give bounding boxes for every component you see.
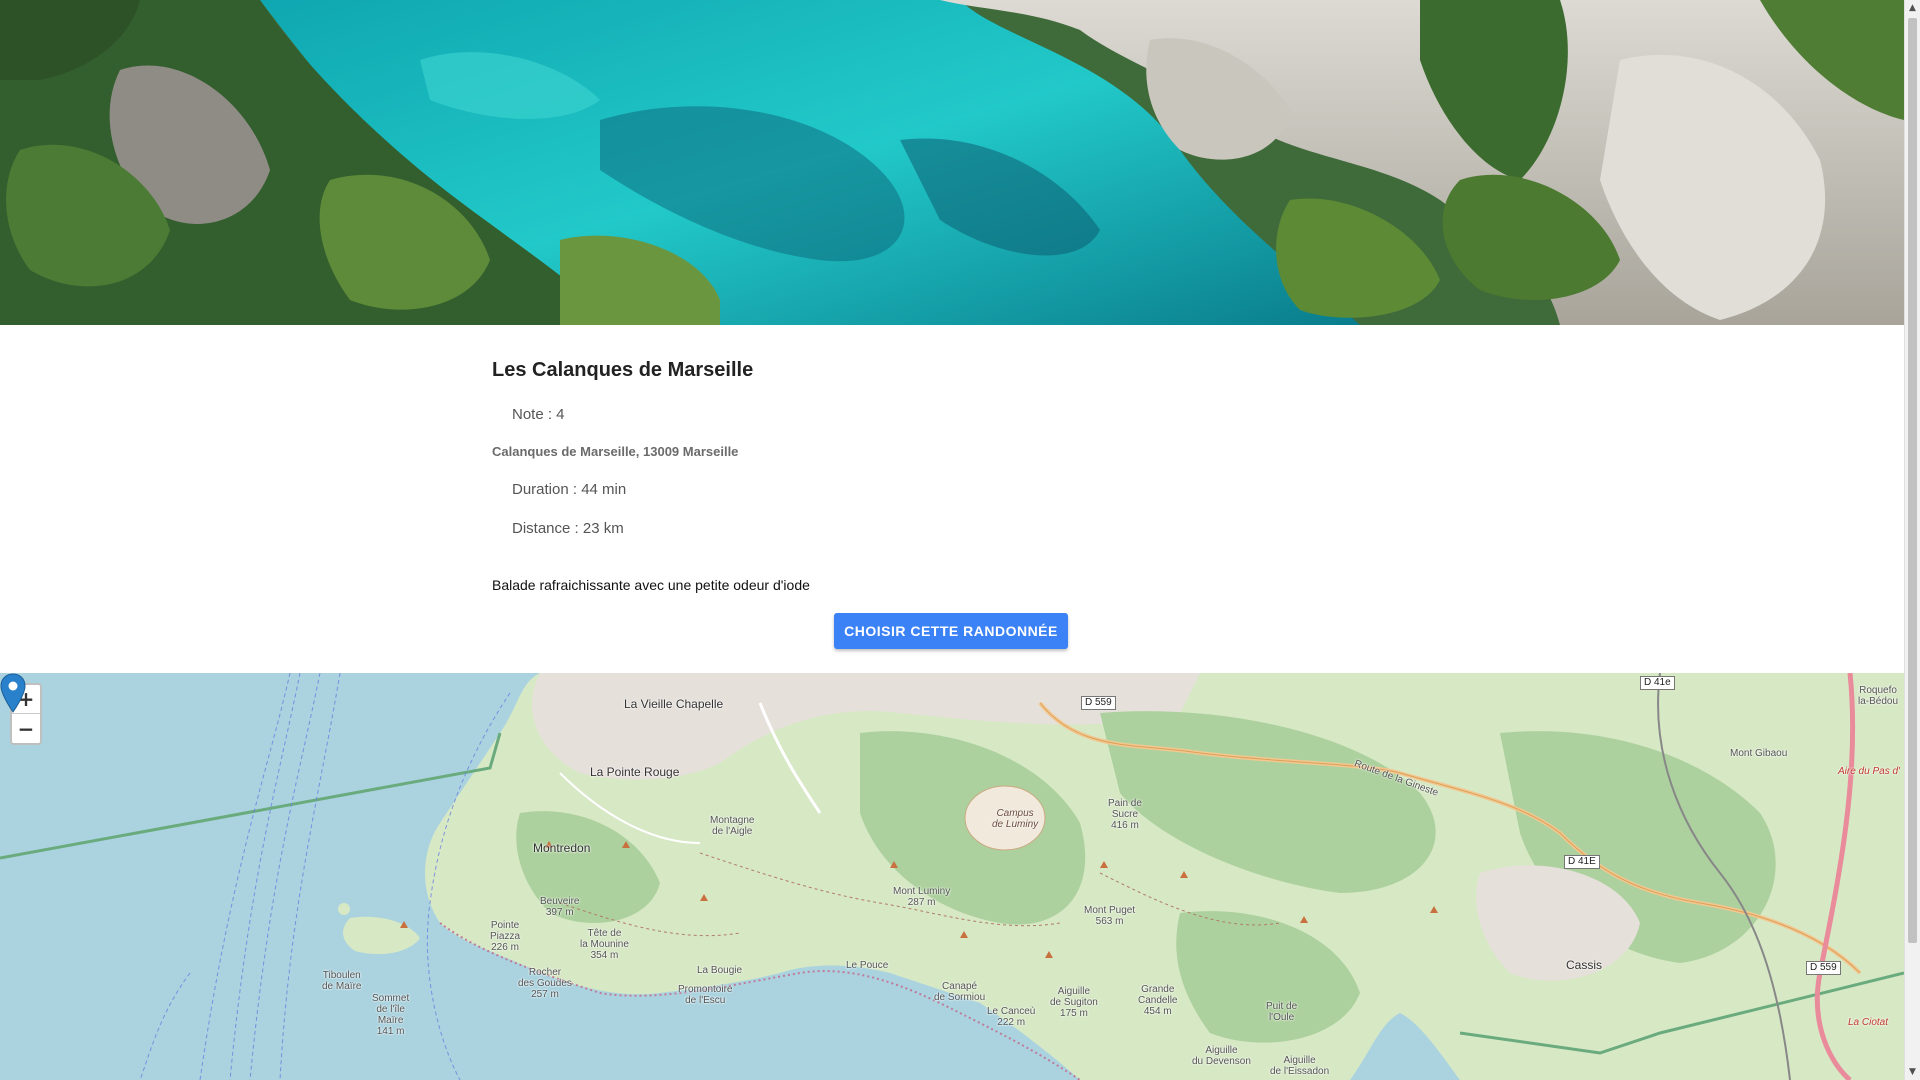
road-shield-d559-east: D 559: [1806, 961, 1841, 975]
hike-title: Les Calanques de Marseille: [492, 359, 754, 381]
map-label-beuveire: Beuveire 397 m: [540, 896, 580, 918]
map-label-le-pouce: Le Pouce: [846, 960, 889, 971]
map-label-canape-sormiou: Canapé de Sormiou: [934, 981, 986, 1003]
road-shield-d559: D 559: [1081, 696, 1116, 710]
map-label-pain-de-sucre: Pain de Sucre 416 m: [1108, 798, 1142, 831]
map-label-mont-luminy: Mont Luminy 287 m: [893, 886, 951, 908]
scrollbar-thumb[interactable]: [1908, 18, 1917, 943]
map-tiles: [0, 673, 1904, 1080]
map-label-campus-luminy: Campus de Luminy: [992, 808, 1039, 830]
hero-image: [0, 0, 1904, 325]
map-marker-icon[interactable]: [0, 673, 26, 713]
map-label-aiguille-eissadon: Aiguille de l'Eissadon: [1270, 1055, 1330, 1077]
calanque-photo: [0, 0, 1904, 325]
map-label-tiboulen: Tiboulen de Maïre: [322, 970, 362, 992]
map-label-montredon: Montredon: [533, 841, 591, 855]
scroll-up-icon[interactable]: ▲: [1905, 0, 1920, 16]
map-label-roquefort: Roquefo la-Bédou: [1858, 685, 1899, 707]
map-label-pointe-piazza: Pointe Piazza 226 m: [490, 920, 521, 953]
map-label-aiguille-sugiton: Aiguille de Sugiton 175 m: [1050, 986, 1098, 1019]
map-label-grande-candelle: Grande Candelle 454 m: [1138, 984, 1178, 1017]
road-shield-d41e: D 41E: [1564, 855, 1600, 869]
hike-duration: Duration : 44 min: [512, 481, 627, 498]
map-label-mont-puget: Mont Puget 563 m: [1084, 905, 1136, 927]
hike-rating: Note : 4: [512, 406, 565, 423]
map-label-montagne-aigle: Montagne de l'Aigle: [710, 815, 755, 837]
zoom-out-button[interactable]: −: [12, 714, 40, 743]
page-scrollbar[interactable]: ▲ ▼: [1904, 0, 1920, 1080]
hike-map[interactable]: + − La Vieille Chapelle La Pointe Rouge …: [0, 673, 1904, 1080]
map-label-tete-mounine: Tête de la Mounine 354 m: [580, 928, 629, 961]
map-label-mont-gibaou: Mont Gibaou: [1730, 748, 1788, 759]
map-label-la-bougie: La Bougie: [697, 965, 743, 976]
hike-distance: Distance : 23 km: [512, 520, 624, 537]
map-label-sommet-maire: Sommet de l'île Maïre 141 m: [372, 993, 410, 1037]
map-label-vieille-chapelle: La Vieille Chapelle: [624, 697, 724, 711]
map-label-le-canceu: Le Canceù 222 m: [987, 1006, 1036, 1028]
map-label-cassis: Cassis: [1566, 958, 1603, 972]
choose-hike-button[interactable]: CHOISIR CETTE RANDONNÉE: [834, 613, 1068, 649]
map-label-la-ciotat: La Ciotat: [1848, 1017, 1889, 1028]
hike-description: Balade rafraichissante avec une petite o…: [492, 577, 810, 593]
map-label-rocher-goudes: Rocher des Goudes 257 m: [518, 967, 572, 1000]
scroll-down-icon[interactable]: ▼: [1905, 1064, 1920, 1080]
map-label-puit-oule: Puit de l'Oule: [1266, 1001, 1298, 1023]
map-label-aire-pas: Aire du Pas d': [1838, 766, 1900, 777]
map-label-aiguille-devenson: Aiguille du Devenson: [1192, 1045, 1251, 1067]
map-label-promontoire: Promontoire de l'Escu: [678, 984, 733, 1006]
map-label-pointe-rouge: La Pointe Rouge: [590, 765, 680, 779]
hike-address: Calanques de Marseille, 13009 Marseille: [492, 444, 739, 459]
road-shield-d41e-top: D 41e: [1640, 676, 1675, 690]
